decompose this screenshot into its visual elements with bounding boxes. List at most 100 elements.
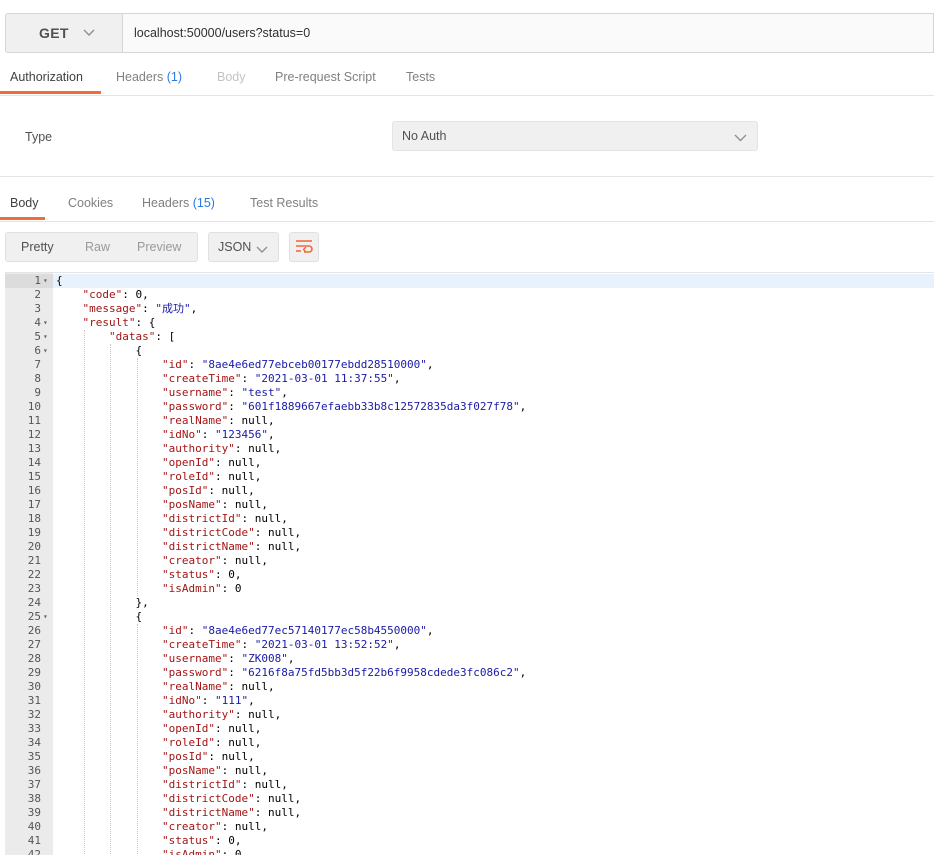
json-key: "districtName" xyxy=(162,806,255,819)
json-string: "test" xyxy=(241,386,282,399)
line-number: 40 xyxy=(27,820,41,833)
code-line: 36 "posName": null, xyxy=(5,764,934,778)
code-text: "code": 0, xyxy=(83,288,149,302)
tab-headers[interactable]: Headers (1) xyxy=(116,62,182,95)
json-key: "authority" xyxy=(162,442,235,455)
json-key: "status" xyxy=(162,568,215,581)
json-punct: : xyxy=(241,372,255,385)
tab-test-results[interactable]: Test Results xyxy=(250,188,318,221)
method-dropdown[interactable]: GET xyxy=(5,13,122,53)
json-key: "username" xyxy=(162,386,229,399)
json-key: "districtId" xyxy=(162,512,242,525)
json-punct: : null, xyxy=(221,764,268,777)
tab-cookies[interactable]: Cookies xyxy=(68,188,113,221)
line-number: 34 xyxy=(27,736,41,749)
code-line: 15 "roleId": null, xyxy=(5,470,934,484)
json-punct: { xyxy=(56,274,63,287)
code-line: 37 "districtId": null, xyxy=(5,778,934,792)
line-number: 22 xyxy=(27,568,41,581)
tab-label: Headers xyxy=(116,70,164,84)
view-preview-button[interactable]: Preview xyxy=(137,240,181,254)
line-number: 33 xyxy=(27,722,41,735)
wrap-lines-button[interactable] xyxy=(289,232,319,262)
line-number: 39 xyxy=(27,806,41,819)
tab-pre-request-script[interactable]: Pre-request Script xyxy=(275,62,376,95)
auth-type-select[interactable]: No Auth xyxy=(392,121,758,151)
chevron-down-icon xyxy=(734,131,747,145)
json-punct: : 0, xyxy=(122,288,149,301)
code-text: { xyxy=(136,344,143,358)
line-number: 19 xyxy=(27,526,41,539)
json-key: "id" xyxy=(162,358,189,371)
code-line: 16 "posId": null, xyxy=(5,484,934,498)
line-number: 4 xyxy=(34,316,41,329)
json-punct: , xyxy=(393,372,401,385)
line-number: 38 xyxy=(27,792,41,805)
code-line: 4 ▾ "result": { xyxy=(5,316,934,330)
tab-response-headers[interactable]: Headers (15) xyxy=(142,188,215,221)
fold-toggle-icon[interactable]: ▾ xyxy=(43,316,53,330)
code-line: 27 "createTime": "2021-03-01 13:52:52", xyxy=(5,638,934,652)
view-raw-button[interactable]: Raw xyxy=(85,240,110,254)
code-text: "districtCode": null, xyxy=(162,792,301,806)
code-text: "password": "6216f8a75fd5bb3d5f22b6f9958… xyxy=(162,666,526,680)
json-punct: : xyxy=(201,694,215,707)
json-key: "posId" xyxy=(162,484,209,497)
json-punct: : 0, xyxy=(214,568,242,581)
code-text: "realName": null, xyxy=(162,414,275,428)
code-line: 41 "status": 0, xyxy=(5,834,934,848)
code-line: 24}, xyxy=(5,596,934,610)
line-number: 2 xyxy=(34,288,41,301)
json-key: "username" xyxy=(162,652,229,665)
code-line: 8 "createTime": "2021-03-01 11:37:55", xyxy=(5,372,934,386)
line-number: 18 xyxy=(27,512,41,525)
json-punct: : xyxy=(241,638,255,651)
code-text: "roleId": null, xyxy=(162,736,261,750)
response-body-editor[interactable]: 1 ▾{2 "code": 0, 3 "message": "成功", 4 ▾ "result… xyxy=(5,272,934,855)
json-punct: , xyxy=(426,624,434,637)
json-punct: : null, xyxy=(254,792,302,805)
json-punct: : null, xyxy=(228,680,275,693)
json-punct: : null, xyxy=(241,512,288,525)
request-bar: GET localhost:50000/users?status=0 xyxy=(5,13,934,53)
tab-label: Pre-request Script xyxy=(275,70,376,84)
code-text: "idNo": "111", xyxy=(162,694,255,708)
view-pretty-button[interactable]: Pretty xyxy=(21,240,54,254)
line-number: 42 xyxy=(27,848,41,855)
code-line: 6 ▾ { xyxy=(5,344,934,358)
format-dropdown[interactable]: JSON xyxy=(208,232,279,262)
line-number: 14 xyxy=(27,456,41,469)
json-punct: , xyxy=(393,638,401,651)
code-text: "status": 0, xyxy=(162,834,241,848)
json-string: "8ae4e6ed77ec57140177ec58b4550000" xyxy=(201,624,427,637)
json-punct: , xyxy=(426,358,434,371)
json-key: "roleId" xyxy=(162,736,215,749)
json-punct: : null, xyxy=(221,554,268,567)
json-punct: , xyxy=(519,666,527,679)
active-response-tab-indicator xyxy=(0,217,45,220)
url-input[interactable]: localhost:50000/users?status=0 xyxy=(122,13,934,53)
code-line: 14 "openId": null, xyxy=(5,456,934,470)
json-key: "status" xyxy=(162,834,215,847)
tab-label: Cookies xyxy=(68,196,114,210)
code-line: 5 ▾ "datas": [ xyxy=(5,330,934,344)
json-punct: : xyxy=(201,428,215,441)
tab-tests[interactable]: Tests xyxy=(406,62,435,95)
json-key: "idNo" xyxy=(162,694,202,707)
json-punct: , xyxy=(190,302,198,315)
line-number: 32 xyxy=(27,708,41,721)
fold-toggle-icon[interactable]: ▾ xyxy=(43,610,53,624)
code-line: 42 "isAdmin": 0 xyxy=(5,848,934,855)
code-text: "districtCode": null, xyxy=(162,526,301,540)
request-tabs: Authorization Headers (1) Body Pre-reque… xyxy=(0,62,934,96)
fold-toggle-icon[interactable]: ▾ xyxy=(43,330,53,344)
code-text: "districtName": null, xyxy=(162,806,301,820)
json-punct: , xyxy=(519,400,527,413)
line-number: 5 xyxy=(34,330,41,343)
json-punct: : null, xyxy=(254,806,302,819)
response-tabs: Body Cookies Headers (15) Test Results xyxy=(0,188,934,222)
fold-toggle-icon[interactable]: ▾ xyxy=(43,274,53,288)
json-key: "isAdmin" xyxy=(162,848,222,855)
fold-toggle-icon[interactable]: ▾ xyxy=(43,344,53,358)
code-line: 33 "openId": null, xyxy=(5,722,934,736)
